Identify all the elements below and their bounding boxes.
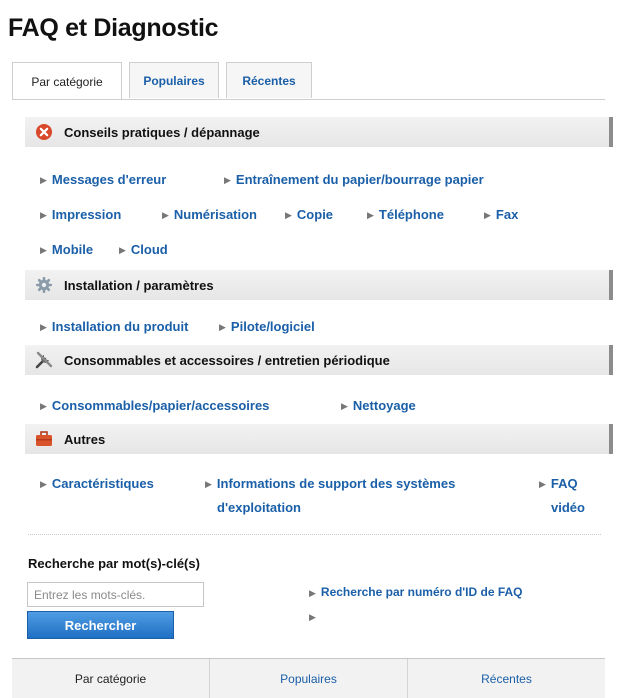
section-title: Autres <box>64 431 106 447</box>
briefcase-icon <box>35 430 53 448</box>
link-label: Fax <box>495 207 519 222</box>
bottom-tab-par-categorie[interactable]: Par catégorie <box>12 659 210 698</box>
link-caracteristiques[interactable]: ▶ Caractéristiques <box>40 476 154 491</box>
section-title: Consommables et accessoires / entretien … <box>64 352 390 368</box>
link-copie[interactable]: ▶ Copie <box>285 207 333 222</box>
link-label: FAQ <box>550 476 578 491</box>
link-label: Téléphone <box>378 207 444 222</box>
link-label: Numérisation <box>173 207 257 222</box>
link-label: Installation du produit <box>51 319 189 334</box>
link-nettoyage[interactable]: ▶ Nettoyage <box>341 398 416 413</box>
link-label: d'exploitation <box>217 500 301 515</box>
arrow-right-icon: ▶ <box>309 588 316 598</box>
link-installation-produit[interactable]: ▶ Installation du produit <box>40 319 188 334</box>
section-title: Conseils pratiques / dépannage <box>64 124 260 140</box>
category-panel: Conseils pratiques / dépannage ▶ Messages… <box>12 99 613 631</box>
link-mobile[interactable]: ▶ Mobile <box>40 242 93 257</box>
link-recherche-id-faq[interactable]: ▶ Recherche par numéro d'ID de FAQ <box>309 585 523 599</box>
section-title: Installation / paramètres <box>64 277 214 293</box>
link-label: Cloud <box>130 242 168 257</box>
x-circle-icon <box>35 123 53 141</box>
section-header-installation: Installation / paramètres <box>25 270 613 300</box>
link-cloud[interactable]: ▶ Cloud <box>119 242 168 257</box>
tab-par-categorie[interactable]: Par catégorie <box>12 62 122 100</box>
link-entrainement-papier[interactable]: ▶ Entraînement du papier/bourrage papier <box>224 172 484 187</box>
link-consommables[interactable]: ▶ Consommables/papier/accessoires <box>40 398 269 413</box>
link-label: vidéo <box>551 500 585 515</box>
link-faq-video-line2[interactable]: vidéo <box>551 500 585 515</box>
link-informations-support-line2[interactable]: d'exploitation <box>217 500 301 515</box>
link-telephone[interactable]: ▶ Téléphone <box>367 207 444 222</box>
link-fax[interactable]: ▶ Fax <box>484 207 518 222</box>
link-impression[interactable]: ▶ Impression <box>40 207 121 222</box>
section-header-conseils: Conseils pratiques / dépannage <box>25 117 613 147</box>
link-label: Entraînement du papier/bourrage papier <box>235 172 484 187</box>
bottom-tab-populaires[interactable]: Populaires <box>210 659 408 698</box>
tab-populaires[interactable]: Populaires <box>129 62 219 98</box>
search-button[interactable]: Rechercher <box>27 611 174 639</box>
link-label: Messages d'erreur <box>51 172 167 187</box>
section-divider <box>28 534 601 535</box>
tab-recentes[interactable]: Récentes <box>226 62 312 98</box>
link-label: Informations de support des systèmes <box>216 476 456 491</box>
tab-bar: Par catégorie Populaires Récentes <box>12 62 605 100</box>
bottom-tab-recentes[interactable]: Récentes <box>408 659 605 698</box>
link-label: Recherche par numéro d'ID de FAQ <box>320 585 523 599</box>
link-informations-support[interactable]: ▶ Informations de support des systèmes <box>205 476 455 491</box>
search-label: Recherche par mot(s)-clé(s) <box>28 556 200 571</box>
tools-icon <box>35 351 53 369</box>
link-label: Nettoyage <box>352 398 416 413</box>
link-label: Copie <box>296 207 334 222</box>
link-messages-erreur[interactable]: ▶ Messages d'erreur <box>40 172 166 187</box>
link-numerisation[interactable]: ▶ Numérisation <box>162 207 257 222</box>
link-faq-video[interactable]: ▶ FAQ <box>539 476 578 491</box>
gear-icon <box>35 276 53 294</box>
empty-link[interactable]: ▶ <box>309 609 321 623</box>
section-header-consommables: Consommables et accessoires / entretien … <box>25 345 613 375</box>
page-title: FAQ et Diagnostic <box>8 14 219 42</box>
bottom-tab-bar: Par catégorie Populaires Récentes <box>12 658 605 698</box>
link-label: Impression <box>51 207 122 222</box>
section-header-autres: Autres <box>25 424 613 454</box>
link-label: Pilote/logiciel <box>230 319 315 334</box>
link-pilote-logiciel[interactable]: ▶ Pilote/logiciel <box>219 319 315 334</box>
link-label: Consommables/papier/accessoires <box>51 398 270 413</box>
link-label: Caractéristiques <box>51 476 154 491</box>
search-input[interactable] <box>27 582 204 607</box>
link-label: Mobile <box>51 242 94 257</box>
arrow-right-icon: ▶ <box>309 612 316 622</box>
